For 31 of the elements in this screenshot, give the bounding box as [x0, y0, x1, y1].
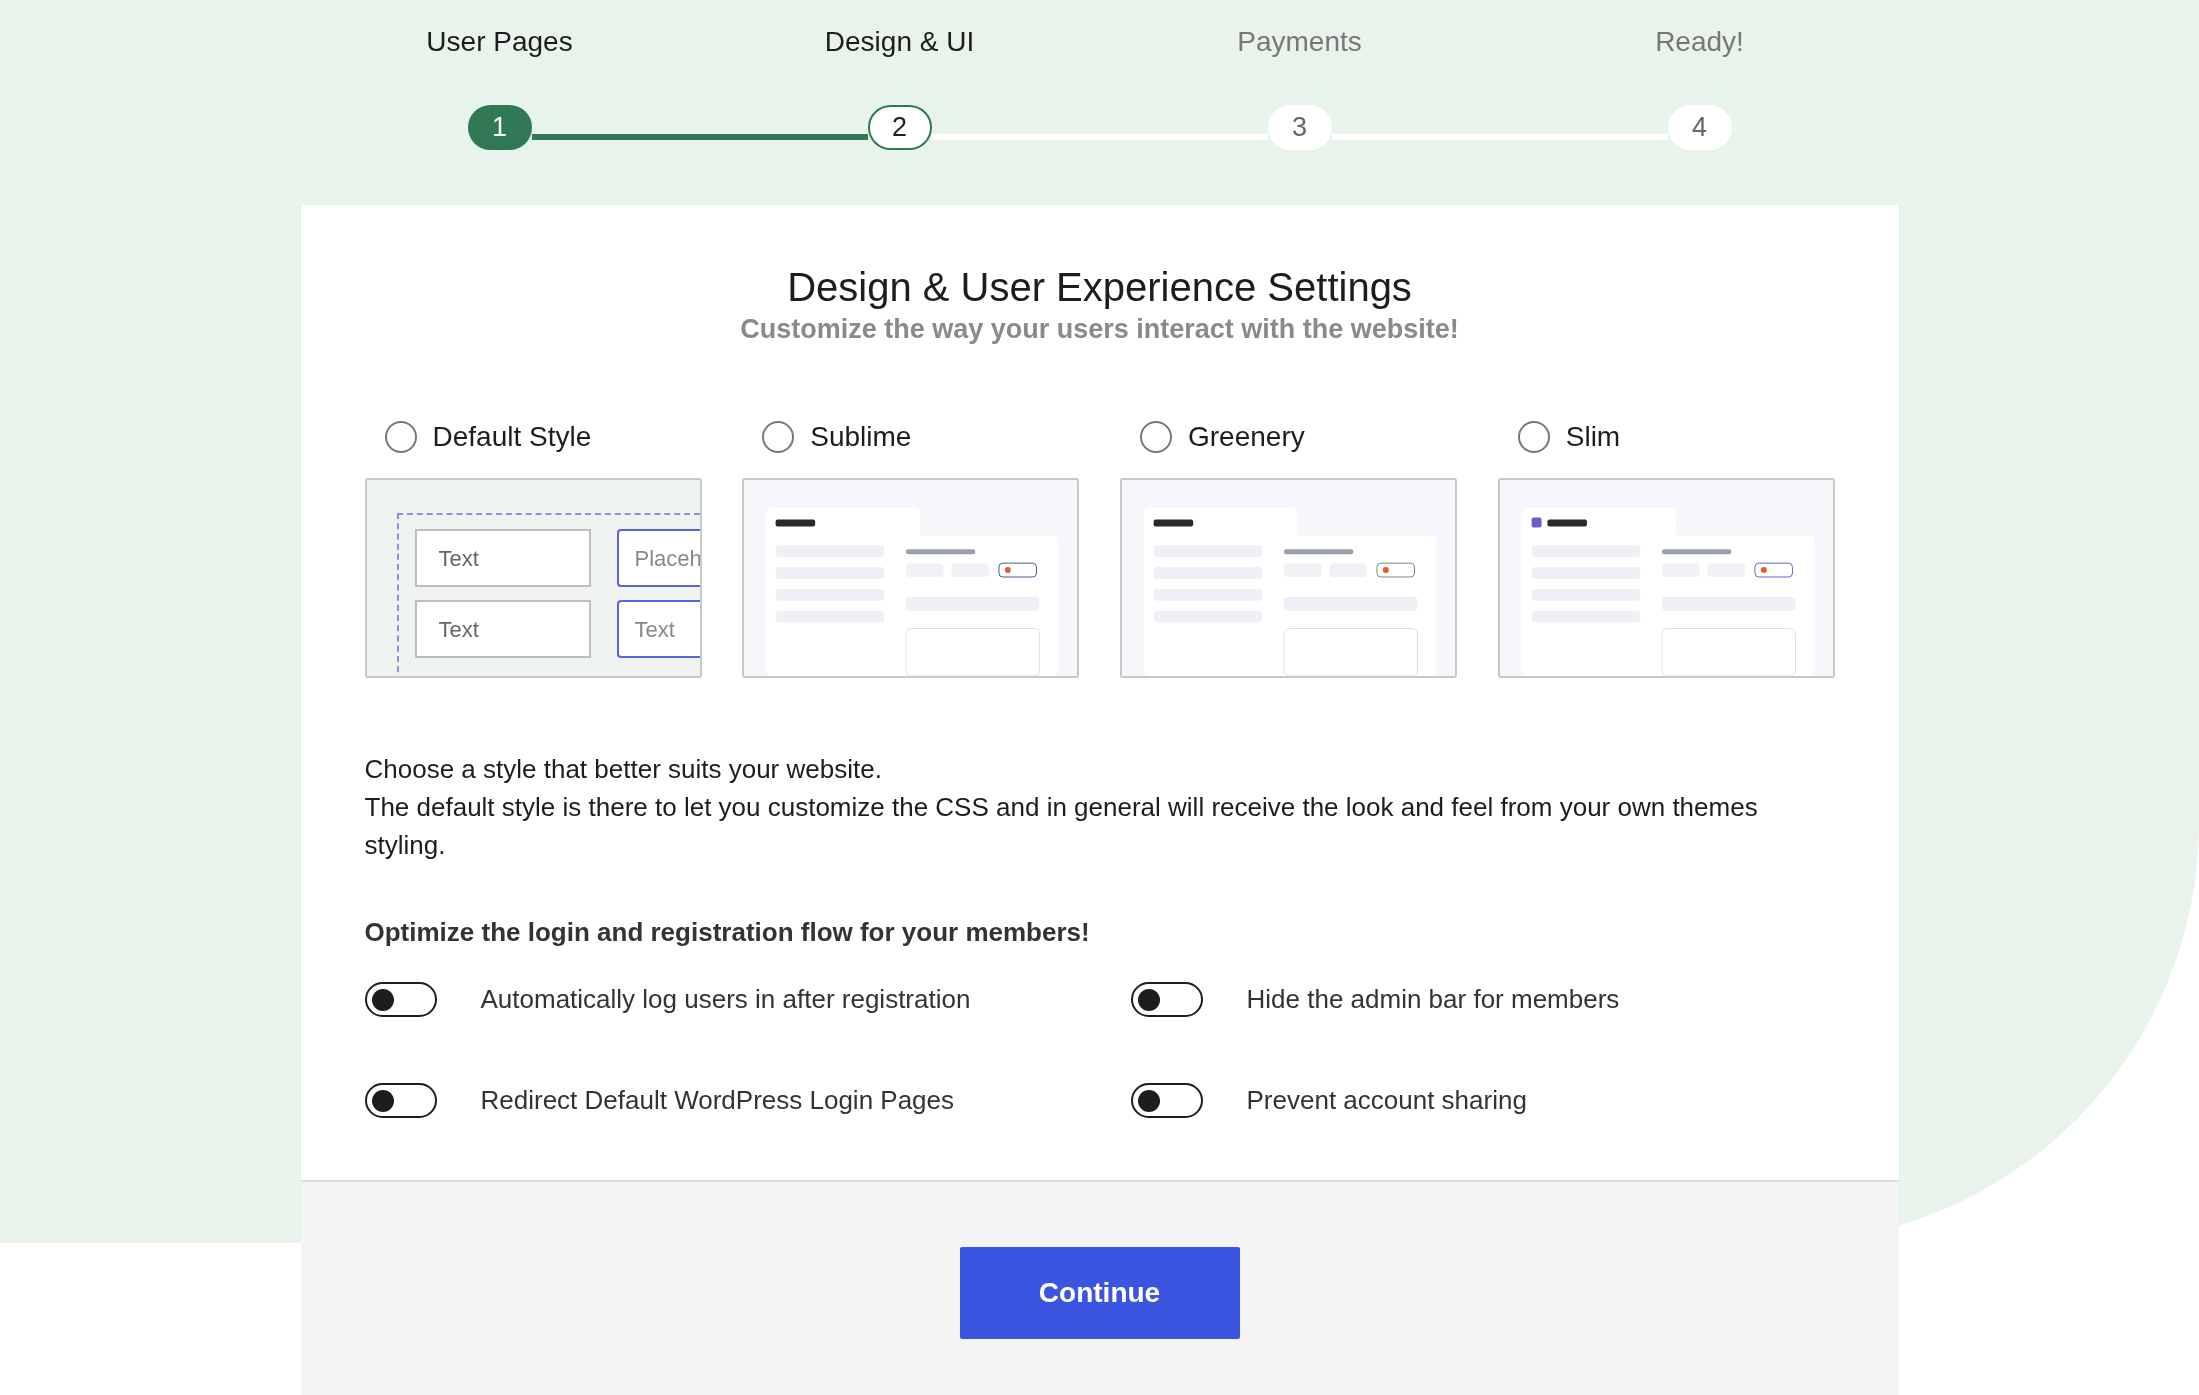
description-text: Choose a style that better suits your website.	[364, 753, 883, 786]
style-option[interactable]: Slim	[1497, 417, 1835, 457]
toggle-label: Redirect Default WordPress Login Pages	[480, 1084, 955, 1117]
toggle-switch[interactable]	[364, 1083, 437, 1118]
text-field: Text	[616, 600, 700, 658]
options-heading: Optimize the login and registration flow for your members!	[364, 916, 1091, 949]
step-label: Design & UI	[824, 25, 975, 59]
continue-button[interactable]: Continue	[959, 1247, 1240, 1339]
card-title: Design & User Experience Settings	[786, 264, 1413, 311]
style-option[interactable]: Greenery	[1120, 417, 1457, 457]
text-field: Text	[414, 529, 591, 587]
radio-button[interactable]	[384, 421, 417, 453]
style-option[interactable]: Default Style	[364, 417, 702, 457]
radio-button[interactable]	[1517, 421, 1550, 453]
radio-button[interactable]	[1140, 421, 1172, 453]
toggle-label: Hide the admin bar for members	[1246, 983, 1620, 1016]
step-label: Payments	[1237, 25, 1362, 59]
style-option[interactable]: Sublime	[742, 417, 1079, 457]
step-label: User Pages	[426, 25, 573, 59]
radio-button[interactable]	[762, 421, 795, 453]
text-field: Text	[414, 600, 591, 658]
toggle-label: Automatically log users in after registration	[480, 983, 971, 1016]
toggle-switch[interactable]	[364, 982, 437, 1017]
text-field: Placeh	[616, 529, 700, 587]
toggle-switch[interactable]	[1130, 1083, 1203, 1118]
description-text: The default style is there to let you customize the CSS and in general will receive the look and feel from your own themes styling.	[364, 791, 1759, 862]
toggle-label: Prevent account sharing	[1246, 1084, 1527, 1117]
toggle-switch[interactable]	[1130, 982, 1203, 1017]
card-subtitle: Customize the way your users interact with the website!	[739, 313, 1460, 346]
style-thumbnail[interactable]: Text Placeh Text Text	[364, 478, 702, 678]
step-label: Ready!	[1655, 25, 1744, 59]
